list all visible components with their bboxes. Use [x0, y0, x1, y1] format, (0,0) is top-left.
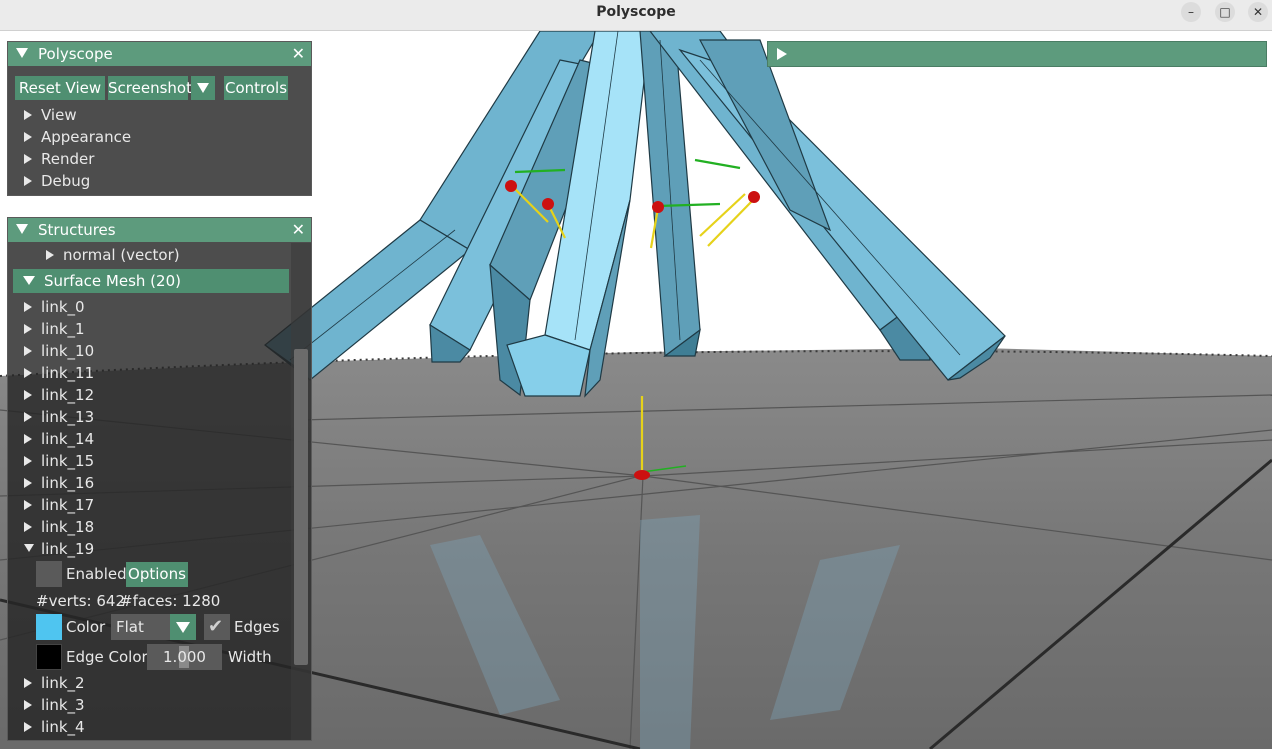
edges-checkbox[interactable]: ✔	[204, 614, 230, 640]
panel-close-icon[interactable]: ✕	[292, 218, 305, 242]
check-icon: ✔	[208, 616, 224, 637]
controls-button[interactable]: Controls	[224, 76, 288, 100]
section-view[interactable]: View	[24, 104, 77, 126]
expand-arrow-icon	[24, 412, 32, 422]
structures-panel: Structures ✕ normal (vector) Surface Mes…	[7, 217, 312, 741]
list-item[interactable]: link_13	[24, 406, 94, 428]
expand-arrow-icon	[24, 434, 32, 444]
expand-arrow-icon[interactable]	[777, 48, 787, 60]
verts-count: #verts: 642	[36, 592, 125, 610]
collapse-arrow-icon	[24, 544, 34, 552]
list-item[interactable]: link_2	[24, 672, 85, 694]
expand-arrow-icon	[24, 456, 32, 466]
edges-label: Edges	[234, 618, 280, 636]
polyscope-panel-header[interactable]: Polyscope ✕	[8, 42, 311, 66]
expand-arrow-icon	[24, 154, 32, 164]
list-item[interactable]: link_15	[24, 450, 94, 472]
section-appearance[interactable]: Appearance	[24, 126, 131, 148]
collapse-arrow-icon	[23, 276, 35, 285]
expand-arrow-icon	[24, 700, 32, 710]
collapse-arrow-icon[interactable]	[16, 224, 28, 234]
expand-arrow-icon	[24, 132, 32, 142]
list-item[interactable]: link_16	[24, 472, 94, 494]
expand-arrow-icon	[24, 678, 32, 688]
screenshot-options-dropdown[interactable]	[191, 76, 215, 100]
window-title-bar: Polyscope – □ ✕	[0, 0, 1272, 31]
list-item[interactable]: link_10	[24, 340, 94, 362]
edge-width-value: 1.000	[163, 648, 206, 666]
list-item[interactable]: link_1	[24, 318, 85, 340]
collapsed-panel-bar[interactable]	[767, 41, 1267, 67]
surface-mesh-header[interactable]: Surface Mesh (20)	[13, 269, 289, 293]
panel-close-icon[interactable]: ✕	[292, 42, 305, 66]
expand-arrow-icon	[24, 368, 32, 378]
enabled-label: Enabled	[66, 565, 127, 583]
list-item[interactable]: link_14	[24, 428, 94, 450]
scrollbar-thumb[interactable]	[294, 349, 308, 665]
screenshot-button[interactable]: Screenshot	[108, 76, 192, 100]
chevron-down-icon	[197, 83, 209, 93]
expand-arrow-icon	[24, 324, 32, 334]
list-item[interactable]: link_4	[24, 716, 85, 738]
minimize-icon[interactable]: –	[1181, 2, 1201, 22]
section-render[interactable]: Render	[24, 148, 94, 170]
close-icon[interactable]: ✕	[1248, 2, 1268, 22]
expand-arrow-icon	[46, 250, 54, 260]
shading-select[interactable]: Flat	[111, 614, 196, 640]
polyscope-panel: Polyscope ✕ Reset View Screenshot Contro…	[7, 41, 312, 196]
options-button[interactable]: Options	[126, 562, 188, 587]
width-label: Width	[228, 648, 272, 666]
list-item[interactable]: link_11	[24, 362, 94, 384]
expand-arrow-icon	[24, 500, 32, 510]
list-item[interactable]: link_3	[24, 694, 85, 716]
chevron-down-icon[interactable]	[170, 614, 196, 640]
list-item[interactable]: link_0	[24, 296, 85, 318]
list-item[interactable]: link_12	[24, 384, 94, 406]
list-item-expanded[interactable]: link_19	[24, 538, 94, 560]
expand-arrow-icon	[24, 176, 32, 186]
color-label: Color	[66, 618, 106, 636]
list-item[interactable]: link_18	[24, 516, 94, 538]
edge-width-slider[interactable]: 1.000	[147, 644, 222, 670]
polyscope-panel-title: Polyscope	[38, 45, 113, 63]
structures-panel-title: Structures	[38, 221, 116, 239]
faces-count: #faces: 1280	[120, 592, 221, 610]
expand-arrow-icon	[24, 522, 32, 532]
structures-panel-header[interactable]: Structures ✕	[8, 218, 311, 242]
normal-vector-item[interactable]: normal (vector)	[46, 244, 180, 266]
maximize-icon[interactable]: □	[1215, 2, 1235, 22]
color-swatch[interactable]	[36, 614, 62, 640]
expand-arrow-icon	[24, 390, 32, 400]
reset-view-button[interactable]: Reset View	[15, 76, 105, 100]
expand-arrow-icon	[24, 346, 32, 356]
section-debug[interactable]: Debug	[24, 170, 90, 192]
shading-value: Flat	[116, 618, 144, 636]
collapse-arrow-icon[interactable]	[16, 48, 28, 58]
expand-arrow-icon	[24, 722, 32, 732]
expand-arrow-icon	[24, 302, 32, 312]
expand-arrow-icon	[24, 110, 32, 120]
edge-color-swatch[interactable]	[36, 644, 62, 670]
structures-scrollbar[interactable]	[291, 243, 311, 740]
enabled-checkbox[interactable]	[36, 561, 62, 587]
expand-arrow-icon	[24, 478, 32, 488]
list-item[interactable]: link_17	[24, 494, 94, 516]
window-title: Polyscope	[596, 4, 676, 20]
edge-color-label: Edge Color	[66, 648, 148, 666]
